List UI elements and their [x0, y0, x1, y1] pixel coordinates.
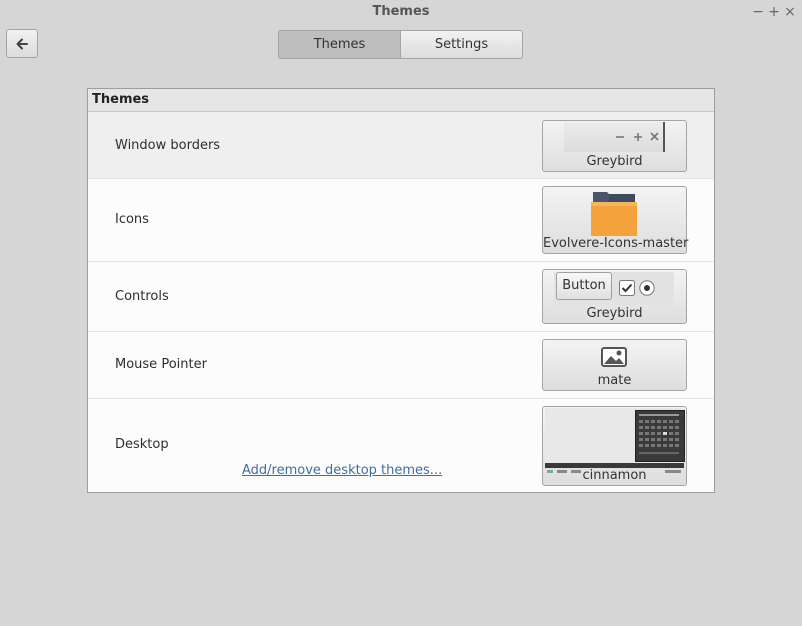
minimize-button[interactable]: −: [751, 5, 765, 19]
row-label: Controls: [115, 289, 169, 304]
calendar-applet-preview: [635, 410, 685, 462]
themes-panel: Themes Window borders Greybird Icons Evo…: [87, 88, 715, 493]
tab-themes[interactable]: Themes: [278, 30, 401, 59]
maximize-button[interactable]: +: [767, 5, 781, 19]
mouse-pointer-value: mate: [597, 373, 632, 388]
row-label: Desktop: [115, 437, 169, 452]
window-title: Themes: [372, 4, 430, 19]
image-icon: [601, 347, 627, 367]
icons-value: Evolvere-Icons-master: [543, 236, 689, 251]
view-switcher: Themes Settings: [278, 30, 523, 59]
row-window-borders: Window borders Greybird: [88, 112, 714, 179]
checkbox-checked-icon: [619, 280, 635, 296]
row-icons: Icons Evolvere-Icons-master: [88, 179, 714, 262]
controls-value: Greybird: [586, 306, 643, 321]
row-mouse-pointer: Mouse Pointer mate: [88, 332, 714, 399]
tab-settings[interactable]: Settings: [401, 30, 523, 59]
desktop-chooser[interactable]: cinnamon: [542, 406, 687, 486]
mouse-pointer-chooser[interactable]: mate: [542, 339, 687, 391]
preview-button: Button: [556, 272, 612, 300]
row-label: Window borders: [115, 138, 221, 153]
arrow-left-icon: [16, 38, 28, 49]
folder-icon: [591, 192, 637, 236]
radio-selected-icon: [639, 280, 655, 296]
row-label: Icons: [115, 212, 149, 227]
icons-chooser[interactable]: Evolvere-Icons-master: [542, 186, 689, 254]
row-desktop: Desktop Add/remove desktop themes... cin…: [88, 399, 714, 493]
window-borders-chooser[interactable]: Greybird: [542, 120, 687, 172]
title-bar: Themes − + ×: [0, 0, 802, 26]
window-borders-value: Greybird: [586, 154, 643, 169]
panel-header: Themes: [88, 89, 714, 112]
desktop-preview: [545, 408, 685, 473]
close-button[interactable]: ×: [783, 5, 797, 19]
desktop-value: cinnamon: [582, 468, 647, 483]
add-remove-desktop-themes-link[interactable]: Add/remove desktop themes...: [242, 463, 442, 478]
row-controls: Controls Button Greybird: [88, 262, 714, 332]
controls-chooser[interactable]: Button Greybird: [542, 269, 687, 324]
controls-preview: Button: [554, 272, 674, 305]
back-button[interactable]: [6, 29, 38, 58]
row-label: Mouse Pointer: [115, 357, 207, 372]
window-controls-preview: [564, 122, 665, 152]
